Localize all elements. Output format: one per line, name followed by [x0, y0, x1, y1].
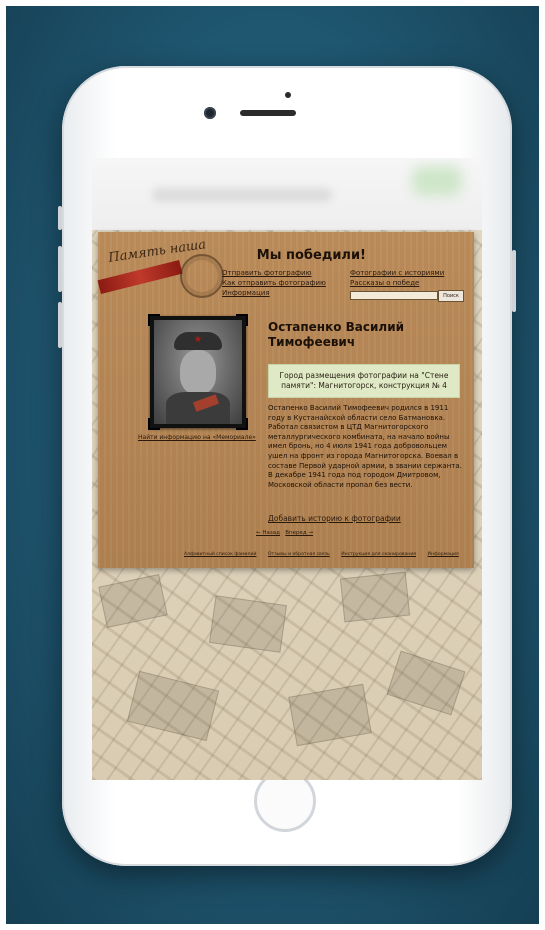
- photo-corner: [148, 418, 160, 430]
- photo-corner: [148, 314, 160, 326]
- proximity-sensor: [285, 92, 291, 98]
- blurred-address: [152, 188, 332, 202]
- soldier-photo: [148, 314, 248, 430]
- collage-letter: [339, 571, 411, 623]
- menu-right: Фотографии с историями Рассказы о победе: [350, 268, 444, 288]
- blurred-badge: [412, 166, 462, 196]
- volume-down-button: [58, 302, 62, 348]
- menu-link-victory-stories[interactable]: Рассказы о победе: [350, 279, 419, 287]
- pagination: ← Назад Вперед →: [256, 530, 313, 536]
- site-title: Мы победили!: [256, 248, 366, 263]
- front-camera-icon: [204, 107, 216, 119]
- volume-up-button: [58, 246, 62, 292]
- search-input[interactable]: [350, 291, 438, 300]
- menu-link-photos-with-stories[interactable]: Фотографии с историями: [350, 269, 444, 277]
- menu-left: Отправить фотографию Как отправить фотог…: [222, 268, 326, 298]
- cap-shape: [174, 332, 222, 350]
- browser-bar-blurred: [92, 158, 482, 230]
- power-button: [512, 250, 516, 312]
- collage-letter: [98, 574, 168, 628]
- footer-link-surnames[interactable]: Алфавитный список фамилий: [184, 552, 256, 557]
- face-shape: [180, 350, 216, 394]
- photo-corner: [236, 418, 248, 430]
- footer-link-feedback[interactable]: Отзывы и обратная связь: [268, 552, 330, 557]
- phone-screen: Память наша Мы победили! Отправить фотог…: [92, 158, 482, 780]
- earpiece-speaker: [240, 110, 296, 116]
- search-button[interactable]: Поиск: [438, 290, 464, 302]
- menu-link-how-to-send[interactable]: Как отправить фотографию: [222, 279, 326, 287]
- add-story-link[interactable]: Добавить историю к фотографии: [268, 514, 401, 523]
- collage-letter: [209, 595, 287, 653]
- next-link[interactable]: Вперед →: [285, 530, 313, 536]
- collage-letter: [288, 683, 372, 747]
- person-name: Остапенко Василий Тимофеевич: [268, 320, 405, 349]
- memorial-link[interactable]: Найти информацию на «Мемориале»: [138, 434, 256, 441]
- menu-link-send-photo[interactable]: Отправить фотографию: [222, 269, 311, 277]
- portrait-image: [154, 320, 242, 424]
- menu-link-info[interactable]: Информация: [222, 289, 270, 297]
- photo-location-box: Город размещения фотографии на "Стене па…: [268, 364, 460, 398]
- content-panel: Память наша Мы победили! Отправить фотог…: [97, 232, 474, 568]
- prev-link[interactable]: ← Назад: [256, 530, 280, 536]
- collage-letter: [126, 670, 220, 742]
- footer-link-scan-instructions[interactable]: Инструкция для сканирования: [341, 552, 416, 557]
- person-biography: Остапенко Василий Тимофеевич родился в 1…: [268, 404, 462, 489]
- footer-links: Алфавитный список фамилий Отзывы и обрат…: [184, 552, 469, 557]
- footer-link-info[interactable]: Информация: [428, 552, 459, 557]
- mute-switch: [58, 206, 62, 230]
- collage-letter: [386, 650, 466, 716]
- photo-corner: [236, 314, 248, 326]
